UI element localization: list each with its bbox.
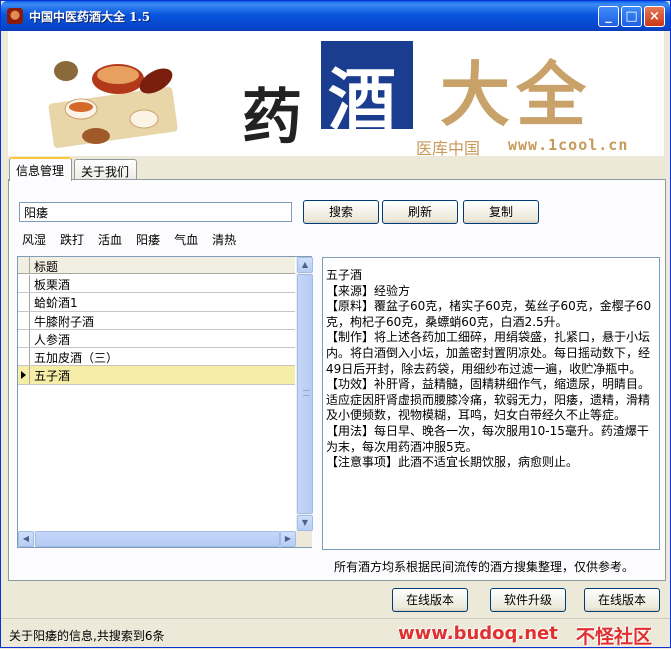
- banner: 药 酒 大全 医库中国 www.1cool.cn: [8, 31, 664, 158]
- banner-subtitle: 医库中国: [416, 139, 481, 158]
- row-indicator: [18, 293, 30, 311]
- row-indicator: [18, 275, 30, 293]
- banner-char-jiu: 酒: [328, 61, 397, 141]
- grid-header[interactable]: 标题: [18, 257, 295, 274]
- result-grid: 标题 板栗酒 蛤蚧酒1 牛膝附子酒 人参酒 五加皮酒（三） 五子酒 ▲ ▼ ◀ …: [17, 256, 313, 548]
- row-indicator: [18, 311, 30, 329]
- status-bar: 关于阳痿的信息,共搜索到6条 www.budoq.net 不怪社区: [1, 618, 670, 648]
- banner-char-yao: 药: [242, 83, 302, 153]
- table-row-selected[interactable]: 五子酒: [18, 366, 295, 385]
- scroll-left-icon[interactable]: ◀: [18, 531, 34, 547]
- grid-rows: 板栗酒 蛤蚧酒1 牛膝附子酒 人参酒 五加皮酒（三） 五子酒: [18, 275, 295, 385]
- app-icon[interactable]: [7, 8, 23, 24]
- horizontal-scrollbar[interactable]: ◀ ▶: [18, 531, 296, 547]
- row-indicator-column: [18, 257, 30, 273]
- copy-button[interactable]: 复制: [463, 200, 539, 224]
- banner-url: www.1cool.cn: [508, 136, 629, 154]
- table-row[interactable]: 人参酒: [18, 329, 295, 349]
- search-input[interactable]: [19, 202, 292, 222]
- category-qingre[interactable]: 清热: [212, 231, 236, 247]
- minimize-button[interactable]: _: [598, 6, 619, 27]
- scroll-down-icon[interactable]: ▼: [297, 515, 313, 531]
- category-qixue[interactable]: 气血: [174, 231, 198, 247]
- app-window: 中国中医药酒大全 1.5 _ □ × 药 酒 大全 医库中国 www.1cool…: [0, 0, 671, 648]
- horizontal-scroll-thumb[interactable]: [35, 531, 292, 547]
- watermark-name: 不怪社区: [576, 626, 653, 648]
- category-dieda[interactable]: 跌打: [60, 231, 84, 247]
- vertical-scrollbar[interactable]: ▲ ▼: [296, 257, 313, 531]
- tab-info-management[interactable]: 信息管理: [9, 157, 72, 181]
- banner-char-daquan: 大全: [440, 53, 592, 136]
- search-button[interactable]: 搜索: [303, 200, 379, 224]
- status-text: 关于阳痿的信息,共搜索到6条: [9, 629, 165, 643]
- grip-icon: [303, 390, 309, 396]
- row-title: 五子酒: [34, 369, 71, 384]
- scroll-up-icon[interactable]: ▲: [297, 257, 313, 273]
- table-row[interactable]: 蛤蚧酒1: [18, 293, 295, 312]
- detail-line: 【注意事项】此酒不适宜长期饮服，病愈则止。: [326, 455, 579, 470]
- refresh-button[interactable]: 刷新: [382, 200, 458, 224]
- scrollbar-corner: [296, 531, 312, 547]
- category-yangwei[interactable]: 阳痿: [136, 231, 160, 247]
- row-indicator: [18, 366, 30, 384]
- tab-about-us[interactable]: 关于我们: [74, 159, 137, 180]
- window-title: 中国中医药酒大全 1.5: [29, 10, 151, 24]
- row-title: 人参酒: [34, 332, 71, 347]
- detail-line: 【制作】将上述各药加工细碎，用绢袋盛，扎紧口，悬于小坛内。将白酒倒入小坛，加盖密…: [326, 330, 651, 376]
- recipe-detail-text[interactable]: 五子酒 【来源】经验方 【原料】覆盆子60克，楮实子60克，菟丝子60克，金樱子…: [322, 257, 660, 550]
- grid-header-title: 标题: [34, 260, 59, 274]
- software-upgrade-button[interactable]: 软件升级: [490, 588, 566, 612]
- table-row[interactable]: 板栗酒: [18, 275, 295, 294]
- online-version-button-2[interactable]: 在线版本: [584, 588, 660, 612]
- detail-line: 【来源】经验方: [326, 283, 411, 298]
- row-indicator: [18, 329, 30, 348]
- detail-line: 【原料】覆盆子60克，楮实子60克，菟丝子60克，金樱子60克，枸杞子60克，桑…: [326, 299, 652, 329]
- detail-line: 【用法】每日早、晚各一次，每次服用10-15毫升。药渣爆干为末，每次用药酒冲服5…: [326, 423, 649, 454]
- category-fengshi[interactable]: 风湿: [22, 231, 46, 247]
- tea-set-image: [48, 61, 178, 148]
- row-indicator: [18, 348, 30, 366]
- detail-line: 【功效】补肝肾，益精髓，固精耕细作气，缩遗尿，明睛目。适应症因肝肾虚损而腰膝冷痛…: [326, 377, 651, 423]
- row-title: 牛膝附子酒: [34, 314, 95, 329]
- row-title: 蛤蚧酒1: [34, 296, 78, 311]
- category-links: 风湿 跌打 活血 阳痿 气血 清热: [22, 231, 236, 247]
- table-row[interactable]: 五加皮酒（三）: [18, 348, 295, 367]
- detail-line: 五子酒: [326, 268, 363, 282]
- watermark-url: www.budoq.net: [398, 623, 558, 644]
- title-bar[interactable]: 中国中医药酒大全 1.5 _ □ ×: [1, 1, 670, 31]
- category-huoxue[interactable]: 活血: [98, 231, 122, 247]
- maximize-button[interactable]: □: [621, 6, 642, 27]
- current-row-arrow-icon: [21, 371, 26, 380]
- close-button[interactable]: ×: [644, 6, 665, 27]
- row-title: 五加皮酒（三）: [34, 351, 119, 366]
- table-row[interactable]: 牛膝附子酒: [18, 311, 295, 330]
- row-title: 板栗酒: [34, 278, 71, 292]
- online-version-button[interactable]: 在线版本: [392, 588, 468, 612]
- disclaimer-text: 所有酒方均系根据民间流传的酒方搜集整理，仅供参考。: [334, 560, 635, 574]
- vertical-scroll-thumb[interactable]: [297, 274, 313, 514]
- scroll-right-icon[interactable]: ▶: [280, 531, 296, 547]
